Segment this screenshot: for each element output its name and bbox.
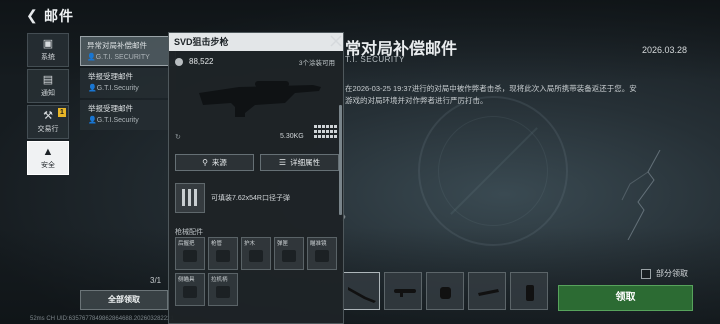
stock-icon bbox=[526, 285, 534, 301]
top-bar: ❮ 邮件 bbox=[0, 0, 720, 30]
slot-handguard[interactable]: 护木 bbox=[241, 237, 271, 270]
mail-list-item[interactable]: 举报受理邮件 👤G.T.I.Security bbox=[80, 68, 176, 98]
slot-side-sight[interactable]: 侧瞄具 bbox=[175, 273, 205, 306]
nav-item-notice[interactable]: ▤ 通知 bbox=[27, 69, 69, 103]
handle-icon bbox=[216, 286, 230, 298]
weapon-detail-popup: SVD狙击步枪 88,522 3个涂装可用 ↻ 5.30KG ⚲ 来源 ☰ 详细… bbox=[168, 32, 344, 324]
slot-label: 拉机柄 bbox=[211, 277, 228, 283]
weight-value: 5.30KG bbox=[280, 133, 304, 140]
rifle-icon bbox=[348, 287, 376, 303]
document-icon: ▤ bbox=[42, 74, 54, 86]
popup-title: SVD狙击步枪 bbox=[169, 33, 343, 51]
category-nav: ▣ 系统 ▤ 通知 1 ⚒ 交易行 ▲ 安全 bbox=[27, 33, 69, 177]
scope-icon bbox=[315, 250, 329, 262]
slot-label: 侧瞄具 bbox=[178, 277, 195, 283]
attachment-slot[interactable] bbox=[384, 272, 422, 310]
mail-sender-name: G.T.I.Security bbox=[96, 85, 139, 92]
popup-actions: ⚲ 来源 ☰ 详细属性 bbox=[175, 154, 345, 171]
nav-item-label: 系统 bbox=[41, 54, 55, 61]
nav-item-label: 交易行 bbox=[37, 126, 59, 133]
close-icon[interactable] bbox=[329, 34, 343, 48]
attachment-slot[interactable] bbox=[342, 272, 380, 310]
nav-item-security[interactable]: ▲ 安全 bbox=[27, 141, 69, 175]
mail-sender: 👤G.T.I.Security bbox=[88, 85, 139, 92]
partial-claim-checkbox[interactable] bbox=[641, 268, 651, 279]
magazine-icon bbox=[282, 250, 296, 262]
warning-icon: ▲ bbox=[42, 146, 54, 158]
mail-body: 在2026-03-25 19:37进行的对局中被作弊者击杀，现将此次入局所携带装… bbox=[345, 83, 690, 107]
inspect-icon[interactable]: ↻ bbox=[175, 133, 181, 141]
skins-count: 3个涂装可用 bbox=[298, 60, 335, 67]
search-icon: ⚲ bbox=[202, 158, 208, 167]
emblem-watermark bbox=[418, 96, 568, 246]
list-icon: ☰ bbox=[278, 158, 287, 167]
slot-rear-grip[interactable]: 后握把 bbox=[175, 237, 205, 270]
slot-label: 瞄准镜 bbox=[310, 241, 327, 247]
grip-icon bbox=[183, 250, 197, 262]
ammo-icon bbox=[175, 183, 205, 213]
slot-barrel[interactable]: 枪管 bbox=[208, 237, 238, 270]
sight-icon bbox=[183, 286, 197, 298]
sniper-rifle-image bbox=[199, 81, 321, 117]
slot-label: 护木 bbox=[244, 241, 256, 247]
partial-claim-label: 部分领取 bbox=[656, 269, 688, 278]
mail-sender-name: G.T.I.Security bbox=[96, 117, 139, 124]
nav-item-trade[interactable]: 1 ⚒ 交易行 bbox=[27, 105, 69, 139]
mail-list-item[interactable]: 举报受理邮件 👤G.T.I.Security bbox=[80, 100, 176, 130]
lightning-decoration bbox=[621, 150, 661, 240]
details-button-label: 详细属性 bbox=[290, 158, 321, 167]
attachment-slot[interactable] bbox=[510, 272, 548, 310]
slot-charging-handle[interactable]: 拉机柄 bbox=[208, 273, 238, 306]
mail-date: 2026.03.28 bbox=[642, 45, 688, 55]
mail-subject: 举报受理邮件 bbox=[88, 104, 133, 113]
mail-list-item[interactable]: 异常对局补偿邮件 👤G.T.I. SECURITY bbox=[80, 36, 176, 66]
claim-all-button[interactable]: 全部领取 bbox=[80, 290, 168, 310]
magazine-icon bbox=[478, 289, 499, 296]
nav-item-system[interactable]: ▣ 系统 bbox=[27, 33, 69, 67]
details-button[interactable]: ☰ 详细属性 bbox=[260, 154, 339, 171]
hammer-icon: ⚒ bbox=[43, 110, 53, 122]
barrel-icon bbox=[216, 250, 230, 262]
attachment-list bbox=[342, 272, 552, 310]
slot-magazine[interactable]: 弹匣 bbox=[274, 237, 304, 270]
price-value: 88,522 bbox=[189, 57, 214, 66]
slot-scope[interactable]: 瞄准镜 bbox=[307, 237, 337, 270]
page-title: 邮件 bbox=[44, 8, 74, 24]
handguard-icon bbox=[249, 250, 263, 262]
attachments-section-label: 枪械配件 bbox=[175, 229, 203, 236]
partial-claim[interactable]: 部分领取 bbox=[641, 268, 688, 279]
mail-body-line: 在2026-03-25 19:37进行的对局中被作弊者击杀，现将此次入局所携带装… bbox=[345, 84, 637, 93]
status-line: 52ms CH UID:6357677849862864688.20260328… bbox=[30, 316, 174, 322]
price-row: 88,522 bbox=[175, 57, 213, 66]
scope-icon bbox=[394, 289, 416, 297]
mail-subject: 异常对局补偿邮件 bbox=[87, 41, 147, 50]
slot-label: 弹匣 bbox=[277, 241, 289, 247]
ammo-caliber: 可填装7.62x54R口径子弹 bbox=[211, 195, 290, 202]
mail-sender: 👤G.T.I. SECURITY bbox=[87, 54, 150, 61]
monitor-icon: ▣ bbox=[42, 38, 54, 50]
mail-body-line: 游戏的对局环境并对作弊者进行严厉打击。 bbox=[345, 96, 488, 105]
inventory-size-icon bbox=[314, 125, 337, 138]
popup-scrollbar[interactable] bbox=[339, 105, 342, 215]
source-button[interactable]: ⚲ 来源 bbox=[175, 154, 254, 171]
slot-label: 后握把 bbox=[178, 241, 195, 247]
source-button-label: 来源 bbox=[211, 158, 227, 167]
silencer-icon bbox=[440, 287, 451, 299]
coin-icon bbox=[175, 57, 183, 66]
mail-list: 异常对局补偿邮件 👤G.T.I. SECURITY 举报受理邮件 👤G.T.I.… bbox=[80, 36, 176, 132]
nav-item-label: 通知 bbox=[41, 90, 55, 97]
notification-badge: 1 bbox=[58, 108, 66, 117]
back-arrow-icon[interactable]: ❮ bbox=[26, 7, 40, 23]
attachment-slot[interactable] bbox=[468, 272, 506, 310]
slot-label: 枪管 bbox=[211, 241, 223, 247]
mail-from: T.I. SECURITY bbox=[345, 55, 405, 64]
mail-subject: 举报受理邮件 bbox=[88, 72, 133, 81]
nav-item-label: 安全 bbox=[41, 162, 55, 169]
claim-button[interactable]: 领取 bbox=[558, 285, 693, 311]
mail-sender-name: G.T.I. SECURITY bbox=[95, 54, 150, 61]
mail-count: 3/1 bbox=[150, 276, 162, 285]
attachment-slot[interactable] bbox=[426, 272, 464, 310]
mail-sender: 👤G.T.I.Security bbox=[88, 117, 139, 124]
